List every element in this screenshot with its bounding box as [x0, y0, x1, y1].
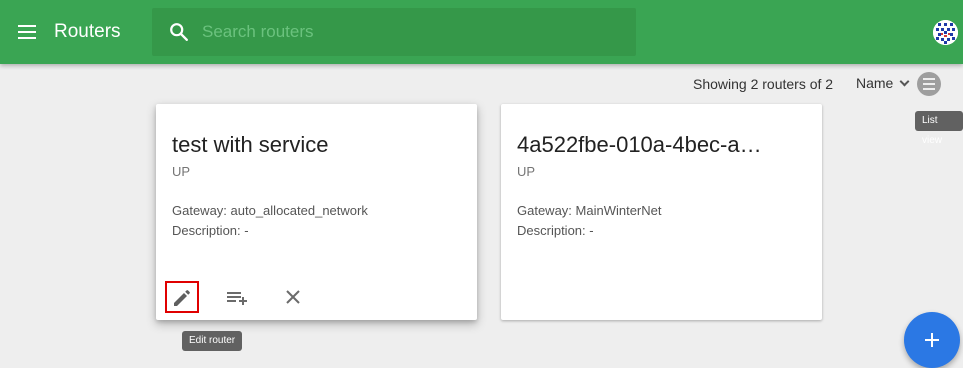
- edit-router-tooltip: Edit router: [182, 331, 243, 351]
- router-status: UP: [517, 164, 536, 179]
- router-card[interactable]: test with service UP Gateway: auto_alloc…: [156, 104, 477, 320]
- create-router-button[interactable]: [904, 312, 960, 368]
- add-interface-button[interactable]: [220, 281, 254, 313]
- avatar[interactable]: [933, 20, 958, 45]
- router-name: test with service: [172, 132, 329, 157]
- router-name: 4a522fbe-010a-4bec-a…: [517, 132, 762, 157]
- pencil-icon: [174, 290, 190, 306]
- close-icon: [286, 290, 300, 304]
- edit-router-button[interactable]: [165, 281, 199, 313]
- chevron-down-icon: [899, 76, 910, 87]
- router-gateway: Gateway: auto_allocated_network: [172, 203, 368, 218]
- results-count: Showing 2 routers of 2: [693, 76, 834, 92]
- page-title: Routers: [54, 21, 121, 42]
- router-status: UP: [172, 164, 191, 179]
- menu-button[interactable]: [14, 20, 42, 44]
- search-input[interactable]: [202, 20, 622, 44]
- menu-icon: [18, 25, 36, 27]
- delete-router-button[interactable]: [276, 281, 310, 313]
- router-description: Description: -: [517, 223, 594, 238]
- playlist-add-icon: [227, 292, 247, 305]
- router-gateway: Gateway: MainWinterNet: [517, 203, 662, 218]
- router-card[interactable]: 4a522fbe-010a-4bec-a… UP Gateway: MainWi…: [501, 104, 822, 320]
- list-view-icon: [923, 78, 935, 80]
- user-avatar-icon: [933, 20, 958, 45]
- search-icon: [170, 23, 188, 41]
- list-view-tooltip: List view: [915, 111, 963, 146]
- router-description: Description: -: [172, 223, 249, 238]
- sort-select[interactable]: Name: [856, 74, 910, 94]
- list-view-toggle[interactable]: [917, 72, 941, 96]
- sort-label: Name: [856, 75, 894, 91]
- search-box[interactable]: [152, 8, 636, 56]
- app-bar: Routers: [0, 0, 963, 64]
